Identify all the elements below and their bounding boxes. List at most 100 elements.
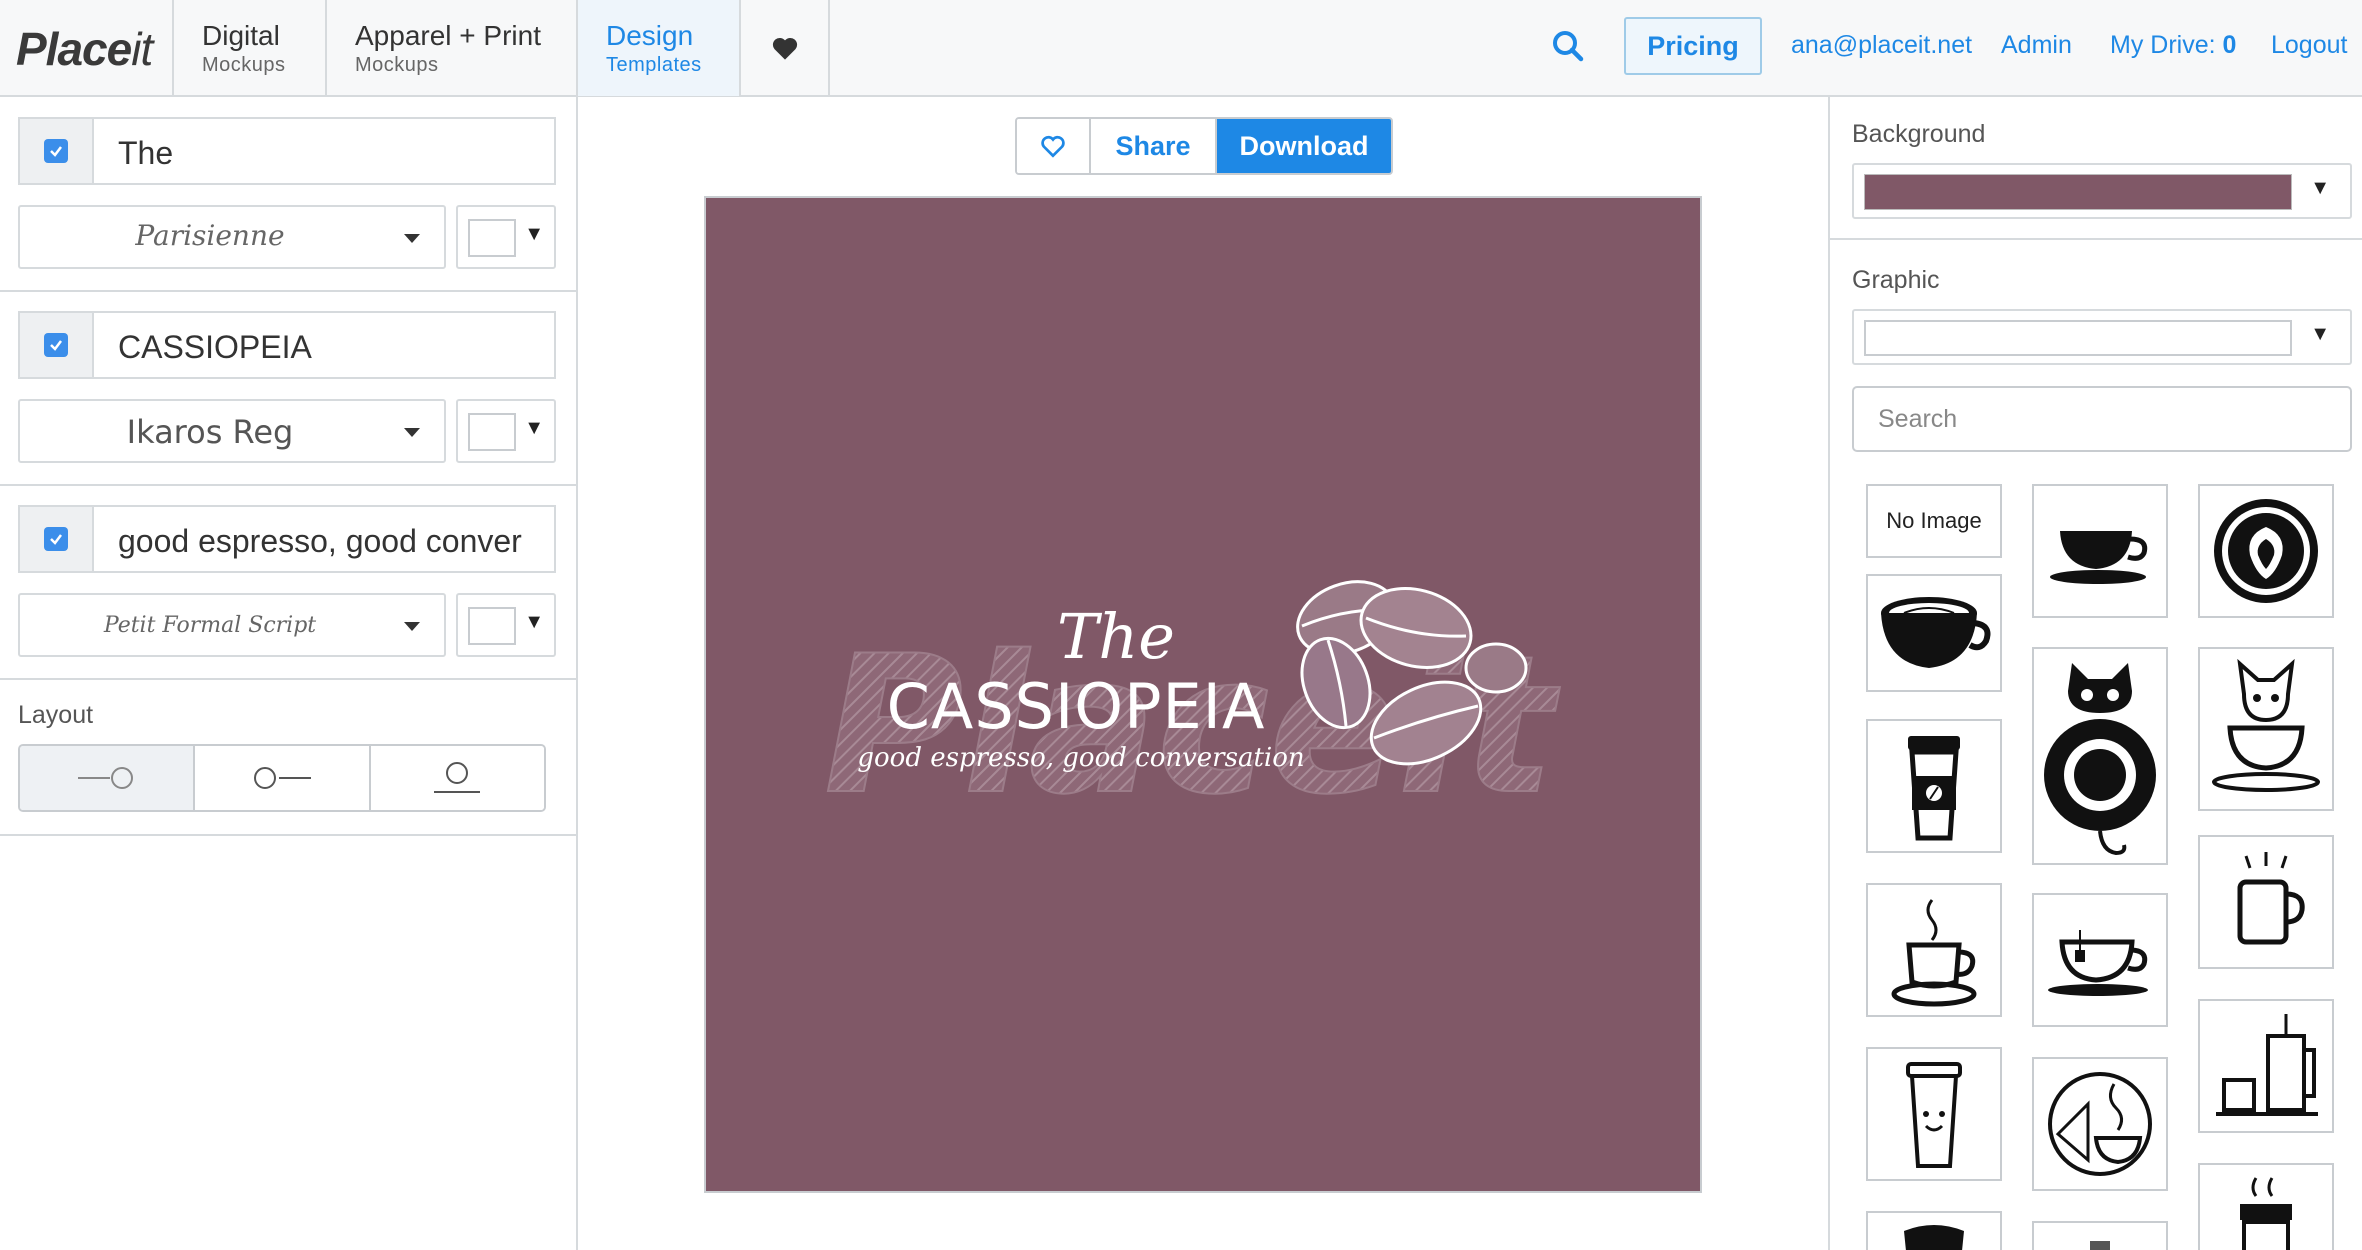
pricing-button[interactable]: Pricing [1624,17,1762,75]
robot-cup-icon [2240,1177,2292,1250]
checkbox-checked-icon [44,139,68,163]
teabag-cup-icon [2048,930,2148,996]
font-name: Ikaros Reg [126,413,294,451]
layout-text-left-button[interactable] [20,746,196,810]
my-drive-link[interactable]: My Drive: 0 [2110,31,2236,60]
color-swatch [468,413,516,451]
graphic-hot-mug[interactable] [2198,835,2334,969]
graphic-french-press[interactable] [2198,999,2334,1133]
layout-circle-line-icon [253,767,311,789]
checkbox-checked-icon [44,333,68,357]
divider [0,678,576,680]
nav-tab-subtitle: Mockups [355,54,439,76]
text-layer-3: good espresso, good conver [18,505,556,573]
text-layer-2: CASSIOPEIA [18,311,556,379]
layout-line-circle-icon [77,767,133,789]
latte-bowl-icon [1881,597,1991,668]
share-button[interactable]: Share [1091,119,1217,173]
search-icon[interactable] [1550,28,1590,68]
nav-tab-apparel-print-mockups[interactable]: Apparel + Print Mockups [325,0,576,96]
graphic-label: Graphic [1852,266,1940,294]
french-press-icon [2216,1014,2318,1116]
divider [0,834,576,836]
graphic-partial-cup[interactable] [1866,1211,2002,1250]
divider [0,484,576,486]
partial-cup-icon [1904,1225,1964,1250]
graphic-no-image[interactable]: No Image [1866,484,2002,558]
graphic-partial-item[interactable] [2032,1221,2168,1250]
dropdown-arrow-icon: ▼ [2310,323,2330,345]
admin-link[interactable]: Admin [2001,31,2072,60]
design-preview-canvas[interactable]: Placeit The CASSIOPEIA good espresso, go… [704,196,1702,1193]
nav-tab-title: Apparel + Print [355,20,541,51]
chevron-down-icon [404,234,420,243]
dropdown-arrow-icon: ▼ [524,417,544,439]
text-layer-2-input[interactable]: CASSIOPEIA [118,329,548,366]
steaming-cup-icon [1891,899,1977,1007]
chevron-down-icon [404,428,420,437]
text-layer-1-checkbox[interactable] [20,119,94,183]
account-email-link[interactable]: ana@placeit.net [1791,31,1972,60]
smiley-cup-icon [1906,1062,1962,1168]
divider [1830,238,2362,240]
takeaway-cup-icon [1908,736,1960,841]
graphic-teabag-cup[interactable] [2032,893,2168,1027]
action-bar: Share Download [1015,117,1393,175]
background-color-select[interactable]: ▼ [1852,163,2352,219]
layout-text-right-button[interactable] [195,746,371,810]
graphic-steaming-cup[interactable] [1866,883,2002,1017]
graphic-select[interactable]: ▼ [1852,309,2352,365]
partial-item-icon [2090,1241,2110,1250]
dropdown-arrow-icon: ▼ [524,611,544,633]
teacup-saucer-icon [2050,531,2148,584]
text-layer-3-font-select[interactable]: Petit Formal Script [18,593,446,657]
layout-label: Layout [18,701,94,729]
text-layer-3-color-picker[interactable]: ▼ [456,593,556,657]
graphic-latte-bowl[interactable] [1866,574,2002,692]
graphic-smiley-cup[interactable] [1866,1047,2002,1181]
top-navigation: Placeit Digital Mockups Apparel + Print … [0,0,2362,97]
nav-tab-subtitle: Mockups [202,54,286,76]
text-layer-1-font-select[interactable]: Parisienne [18,205,446,269]
graphic-cat-cup[interactable] [2032,647,2168,865]
cake-coffee-icon [2048,1072,2152,1176]
text-layer-2-checkbox[interactable] [20,313,94,377]
nav-tab-title: Design [606,20,694,51]
logout-link[interactable]: Logout [2271,31,2347,60]
layout-options [18,744,546,812]
nav-tab-design-templates[interactable]: Design Templates [576,0,739,96]
download-button[interactable]: Download [1217,119,1391,173]
layout-circle-above-line-icon [434,762,481,793]
graphic-takeaway-cup[interactable] [1866,719,2002,853]
dropdown-arrow-icon: ▼ [524,223,544,245]
graphic-search-input[interactable] [1852,386,2352,452]
nav-tab-digital-mockups[interactable]: Digital Mockups [172,0,325,96]
design-title-script: The [1057,600,1175,673]
text-layer-2-color-picker[interactable]: ▼ [456,399,556,463]
color-swatch [468,607,516,645]
text-layer-3-checkbox[interactable] [20,507,94,571]
text-layer-1: The [18,117,556,185]
graphic-puppy-cup[interactable] [2198,647,2334,811]
style-panel: Background ▼ Graphic ▼ No Image [1828,97,2362,1250]
cat-cup-icon [2044,663,2156,856]
font-name: Petit Formal Script [103,613,317,638]
background-label: Background [1852,120,1986,148]
design-title-main: CASSIOPEIA [887,670,1266,743]
placeit-logo[interactable]: Placeit [16,22,153,76]
hot-mug-icon [2237,852,2305,945]
favorites-heart-icon[interactable] [739,0,830,96]
graphic-latte-art[interactable] [2198,484,2334,618]
layout-text-below-button[interactable] [370,746,544,810]
text-layer-1-color-picker[interactable]: ▼ [456,205,556,269]
no-image-label: No Image [1886,508,1982,533]
graphic-robot-cup[interactable] [2198,1163,2334,1250]
graphic-teacup-saucer[interactable] [2032,484,2168,618]
text-layers-panel: The Parisienne ▼ CASSIOPEIA Ikaros Reg ▼… [0,97,578,1250]
nav-tab-title: Digital [202,20,280,51]
like-heart-icon[interactable] [1017,119,1091,173]
graphic-cake-coffee[interactable] [2032,1057,2168,1191]
text-layer-1-input[interactable]: The [118,135,548,172]
text-layer-3-input[interactable]: good espresso, good conver [118,523,548,560]
text-layer-2-font-select[interactable]: Ikaros Reg [18,399,446,463]
